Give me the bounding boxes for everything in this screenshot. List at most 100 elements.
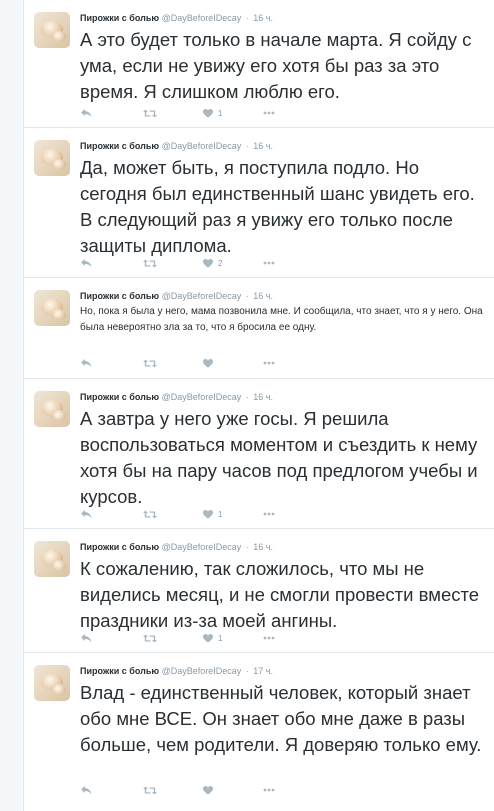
reply-icon [81, 509, 92, 519]
heart-icon [203, 785, 213, 795]
avatar[interactable] [34, 290, 70, 326]
separator: · [245, 392, 249, 402]
retweet-icon [143, 786, 157, 795]
more-button[interactable] [263, 631, 275, 645]
like-button[interactable]: 1 [203, 631, 222, 645]
tweet-text: К сожалению, так сложилось, что мы не ви… [80, 558, 480, 631]
reply-button[interactable] [81, 356, 92, 370]
user-fullname[interactable]: Пирожки с болью [80, 542, 159, 552]
like-count: 1 [218, 509, 223, 519]
user-fullname[interactable]: Пирожки с болью [80, 392, 159, 402]
tweet[interactable]: Пирожки с болью @DayBeforeIDecay · 17 ч.… [24, 653, 494, 811]
tweet[interactable]: Пирожки с болью @DayBeforeIDecay · 16 ч.… [24, 278, 494, 379]
user-handle[interactable]: @DayBeforeIDecay [162, 542, 242, 552]
tweet-timestamp[interactable]: 17 ч. [253, 666, 273, 676]
reply-icon [81, 108, 92, 118]
tweet-timestamp[interactable]: 16 ч. [253, 291, 273, 301]
user-handle[interactable]: @DayBeforeIDecay [162, 666, 242, 676]
tweet-text: Да, может быть, я поступила подло. Но се… [80, 157, 475, 256]
more-icon [263, 111, 275, 115]
user-handle[interactable]: @DayBeforeIDecay [162, 392, 242, 402]
more-icon [263, 261, 275, 265]
like-button[interactable]: 1 [203, 106, 222, 120]
tweet-text: А завтра у него уже госы. Я решила воспо… [80, 408, 478, 507]
more-icon [263, 512, 275, 516]
separator: · [245, 141, 249, 151]
retweet-icon [143, 510, 157, 519]
reply-icon [81, 785, 92, 795]
tweet-header: Пирожки с болью @DayBeforeIDecay · 16 ч. [80, 140, 273, 152]
tweet-text: А это будет только в начале марта. Я сой… [80, 29, 472, 102]
tweet-header: Пирожки с болью @DayBeforeIDecay · 16 ч. [80, 391, 273, 403]
retweet-icon [143, 359, 157, 368]
user-handle[interactable]: @DayBeforeIDecay [162, 13, 242, 23]
tweet-timestamp[interactable]: 16 ч. [253, 392, 273, 402]
reply-button[interactable] [81, 783, 92, 797]
avatar[interactable] [34, 140, 70, 176]
tweet-text: Влад - единственный человек, который зна… [80, 682, 482, 755]
retweet-button[interactable] [143, 356, 157, 370]
retweet-icon [143, 109, 157, 118]
more-button[interactable] [263, 783, 275, 797]
reply-icon [81, 358, 92, 368]
tweet-header: Пирожки с болью @DayBeforeIDecay · 16 ч. [80, 541, 273, 553]
avatar[interactable] [34, 541, 70, 577]
retweet-button[interactable] [143, 631, 157, 645]
heart-icon [203, 258, 213, 268]
timeline-stream: Пирожки с болью @DayBeforeIDecay · 16 ч.… [23, 0, 494, 811]
retweet-icon [143, 634, 157, 643]
like-count: 1 [218, 633, 223, 643]
retweet-button[interactable] [143, 256, 157, 270]
reply-button[interactable] [81, 631, 92, 645]
tweet-timestamp[interactable]: 16 ч. [253, 13, 273, 23]
more-icon [263, 361, 275, 365]
more-icon [263, 788, 275, 792]
tweet[interactable]: Пирожки с болью @DayBeforeIDecay · 16 ч.… [24, 379, 494, 529]
tweet-header: Пирожки с болью @DayBeforeIDecay · 17 ч. [80, 665, 273, 677]
tweet[interactable]: Пирожки с болью @DayBeforeIDecay · 16 ч.… [24, 529, 494, 653]
reply-button[interactable] [81, 256, 92, 270]
like-count: 2 [218, 258, 223, 268]
user-handle[interactable]: @DayBeforeIDecay [162, 141, 242, 151]
more-button[interactable] [263, 356, 275, 370]
user-handle[interactable]: @DayBeforeIDecay [162, 291, 242, 301]
heart-icon [203, 358, 213, 368]
tweet-timestamp[interactable]: 16 ч. [253, 542, 273, 552]
retweet-button[interactable] [143, 106, 157, 120]
heart-icon [203, 509, 213, 519]
reply-icon [81, 258, 92, 268]
avatar[interactable] [34, 665, 70, 701]
like-button[interactable]: 2 [203, 256, 222, 270]
user-fullname[interactable]: Пирожки с болью [80, 666, 159, 676]
reply-icon [81, 633, 92, 643]
separator: · [245, 291, 249, 301]
avatar[interactable] [34, 391, 70, 427]
retweet-button[interactable] [143, 783, 157, 797]
separator: · [245, 13, 249, 23]
more-icon [263, 636, 275, 640]
retweet-button[interactable] [143, 507, 157, 521]
separator: · [245, 666, 249, 676]
tweet[interactable]: Пирожки с болью @DayBeforeIDecay · 16 ч.… [24, 0, 494, 128]
more-button[interactable] [263, 256, 275, 270]
user-fullname[interactable]: Пирожки с болью [80, 141, 159, 151]
tweet-timestamp[interactable]: 16 ч. [253, 141, 273, 151]
user-fullname[interactable]: Пирожки с болью [80, 291, 159, 301]
retweet-icon [143, 259, 157, 268]
tweet[interactable]: Пирожки с болью @DayBeforeIDecay · 16 ч.… [24, 128, 494, 278]
user-fullname[interactable]: Пирожки с болью [80, 13, 159, 23]
tweet-header: Пирожки с болью @DayBeforeIDecay · 16 ч. [80, 290, 273, 302]
like-count: 1 [218, 108, 223, 118]
reply-button[interactable] [81, 106, 92, 120]
like-button[interactable]: 1 [203, 507, 222, 521]
tweet-header: Пирожки с болью @DayBeforeIDecay · 16 ч. [80, 12, 273, 24]
more-button[interactable] [263, 507, 275, 521]
heart-icon [203, 633, 213, 643]
heart-icon [203, 108, 213, 118]
avatar[interactable] [34, 12, 70, 48]
like-button[interactable] [203, 783, 218, 797]
like-button[interactable] [203, 356, 218, 370]
reply-button[interactable] [81, 507, 92, 521]
tweet-text: Но, пока я была у него, мама позвонила м… [80, 306, 483, 333]
more-button[interactable] [263, 106, 275, 120]
